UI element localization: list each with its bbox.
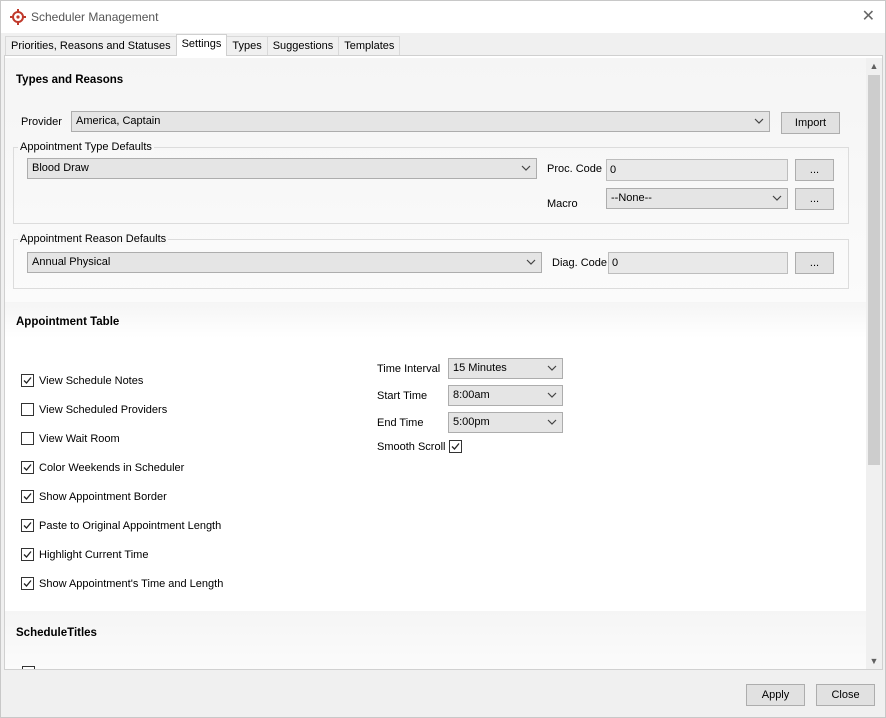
chevron-down-icon xyxy=(754,118,764,124)
types-reasons-header: Types and Reasons xyxy=(16,74,124,86)
appointment-table-checkbox[interactable] xyxy=(21,461,34,474)
appointment-reason-dropdown[interactable]: Annual Physical xyxy=(27,252,542,273)
diag-code-field[interactable]: 0 xyxy=(608,252,788,274)
appointment-table-check-row[interactable]: Show Appointment Border xyxy=(21,490,167,503)
end-time-value: 5:00pm xyxy=(453,416,490,428)
appointment-reason-defaults-group: Appointment Reason Defaults Annual Physi… xyxy=(13,233,849,289)
settings-panel: Types and Reasons Provider America, Capt… xyxy=(4,55,883,670)
diag-code-label: Diag. Code xyxy=(552,257,608,269)
smooth-scroll-row[interactable]: Smooth Scroll xyxy=(377,440,467,453)
appointment-table-check-label: Highlight Current Time xyxy=(39,548,149,561)
end-time-label: End Time xyxy=(377,417,424,429)
end-time-dropdown[interactable]: 5:00pm xyxy=(448,412,563,433)
appointment-table-check-label: Color Weekends in Scheduler xyxy=(39,461,185,474)
appointment-table-check-row[interactable]: View Schedule Notes xyxy=(21,374,143,387)
appointment-type-value: Blood Draw xyxy=(32,162,89,174)
appointment-type-defaults-group: Appointment Type Defaults Blood Draw Pro… xyxy=(13,141,849,224)
provider-label: Provider xyxy=(21,116,62,128)
appointment-table-checkbox[interactable] xyxy=(21,548,34,561)
appointment-type-defaults-title: Appointment Type Defaults xyxy=(18,141,154,153)
macro-value: --None-- xyxy=(611,192,652,204)
time-interval-value: 15 Minutes xyxy=(453,362,507,374)
appointment-table-check-row[interactable]: View Scheduled Providers xyxy=(21,403,167,416)
tab-settings[interactable]: Settings xyxy=(175,34,228,56)
window-title: Scheduler Management xyxy=(31,10,159,24)
macro-browse-button[interactable]: ... xyxy=(795,188,834,210)
checkmark-icon xyxy=(23,377,32,384)
title-bar: Scheduler Management ✕ xyxy=(1,1,885,33)
appointment-table-checkbox[interactable] xyxy=(21,490,34,503)
checkmark-icon xyxy=(23,464,32,471)
appointment-reason-value: Annual Physical xyxy=(32,256,111,268)
chevron-down-icon xyxy=(772,195,782,201)
appointment-table-check-label: Show Appointment Border xyxy=(39,490,167,503)
checkmark-icon xyxy=(23,551,32,558)
tab-strip: Priorities, Reasons and Statuses Setting… xyxy=(5,34,401,56)
chevron-down-icon xyxy=(526,259,536,265)
proc-code-browse-button[interactable]: ... xyxy=(795,159,834,181)
appointment-table-header: Appointment Table xyxy=(16,316,120,328)
checkmark-icon xyxy=(23,493,32,500)
proc-code-label: Proc. Code xyxy=(547,163,603,175)
provider-value: America, Captain xyxy=(76,115,161,127)
appointment-table-check-row[interactable]: View Wait Room xyxy=(21,432,120,445)
chevron-down-icon xyxy=(521,165,531,171)
smooth-scroll-label: Smooth Scroll xyxy=(377,440,446,453)
chevron-down-icon xyxy=(547,392,557,398)
tab-types[interactable]: Types xyxy=(226,36,268,55)
time-interval-label: Time Interval xyxy=(377,363,441,375)
close-window-icon[interactable]: ✕ xyxy=(862,6,875,26)
appointment-reason-defaults-title: Appointment Reason Defaults xyxy=(18,233,169,245)
tab-templates[interactable]: Templates xyxy=(338,36,401,55)
start-time-value: 8:00am xyxy=(453,389,490,401)
appointment-table-check-label: View Schedule Notes xyxy=(39,374,144,387)
apply-button[interactable]: Apply xyxy=(746,684,805,706)
scroll-up-icon[interactable]: ▲ xyxy=(866,58,882,74)
appointment-table-check-row[interactable]: Color Weekends in Scheduler xyxy=(21,461,184,474)
proc-code-field[interactable]: 0 xyxy=(606,159,788,181)
scroll-down-icon[interactable]: ▼ xyxy=(866,653,882,669)
start-time-label: Start Time xyxy=(377,390,428,402)
macro-dropdown[interactable]: --None-- xyxy=(606,188,788,209)
appointment-table-check-label: View Wait Room xyxy=(39,432,120,445)
tab-priorities[interactable]: Priorities, Reasons and Statuses xyxy=(5,36,177,55)
chevron-down-icon xyxy=(547,365,557,371)
appointment-table-header-bg xyxy=(5,302,867,338)
app-target-icon xyxy=(10,9,26,25)
schedule-titles-header: ScheduleTitles xyxy=(16,627,97,639)
appointment-table-section: Appointment Table View Schedule Notes Vie… xyxy=(5,302,867,611)
provider-dropdown[interactable]: America, Captain xyxy=(71,111,770,132)
appointment-table-check-row[interactable]: Highlight Current Time xyxy=(21,548,148,561)
scroll-thumb[interactable] xyxy=(868,75,880,465)
tab-suggestions[interactable]: Suggestions xyxy=(266,36,340,55)
appointment-table-checkbox[interactable] xyxy=(21,403,34,416)
macro-label: Macro xyxy=(547,198,578,210)
appointment-table-checkbox[interactable] xyxy=(21,519,34,532)
time-interval-dropdown[interactable]: 15 Minutes xyxy=(448,358,563,379)
appointment-table-checkbox[interactable] xyxy=(21,374,34,387)
schedule-titles-section: ScheduleTitles xyxy=(5,611,867,669)
vertical-scrollbar[interactable]: ▲ ▼ xyxy=(866,58,882,669)
smooth-scroll-checkbox[interactable] xyxy=(449,440,463,453)
settings-scroll-area: Types and Reasons Provider America, Capt… xyxy=(5,58,867,669)
appointment-table-check-label: View Scheduled Providers xyxy=(39,403,168,416)
appointment-table-check-row[interactable]: Show Appointment's Time and Length xyxy=(21,577,223,590)
checkmark-icon xyxy=(23,580,32,587)
checkmark-icon xyxy=(452,443,460,450)
appointment-type-dropdown[interactable]: Blood Draw xyxy=(27,158,537,179)
appointment-table-checkbox[interactable] xyxy=(21,432,34,445)
start-time-dropdown[interactable]: 8:00am xyxy=(448,385,563,406)
partial-checkbox[interactable] xyxy=(22,666,35,669)
import-button[interactable]: Import xyxy=(781,112,840,134)
diag-code-browse-button[interactable]: ... xyxy=(795,252,834,274)
scheduler-management-window: Scheduler Management ✕ Priorities, Reaso… xyxy=(0,0,886,718)
checkmark-icon xyxy=(23,522,32,529)
appointment-table-check-label: Show Appointment's Time and Length xyxy=(39,577,224,590)
appointment-table-checkbox[interactable] xyxy=(21,577,34,590)
appointment-table-check-row[interactable]: Paste to Original Appointment Length xyxy=(21,519,221,532)
chevron-down-icon xyxy=(547,419,557,425)
types-reasons-section: Types and Reasons Provider America, Capt… xyxy=(5,58,867,302)
close-button[interactable]: Close xyxy=(816,684,875,706)
appointment-table-check-label: Paste to Original Appointment Length xyxy=(39,519,222,532)
